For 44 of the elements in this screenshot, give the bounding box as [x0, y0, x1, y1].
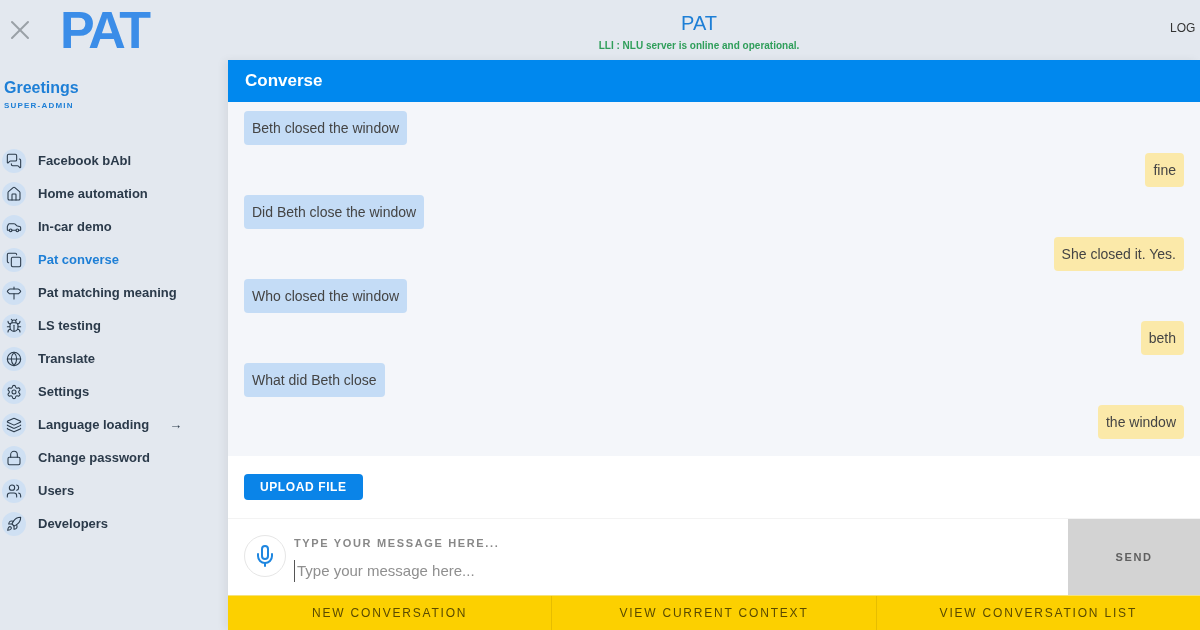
sidebar-item[interactable]: Users — [0, 478, 228, 504]
sidebar-item[interactable]: Developers — [0, 511, 228, 537]
rocket-icon — [2, 512, 26, 536]
car-icon — [2, 215, 26, 239]
bug-icon — [2, 314, 26, 338]
action-button[interactable]: VIEW CONVERSATION LIST — [875, 596, 1200, 630]
send-button[interactable]: SEND — [1068, 519, 1200, 595]
sidebar-item[interactable]: LS testing — [0, 313, 228, 339]
chat-bubble: beth — [1140, 321, 1184, 355]
logout-link[interactable]: LOG — [1170, 19, 1200, 37]
upload-file-button[interactable]: UPLOAD FILE — [244, 474, 363, 500]
chat-bubble: She closed it. Yes. — [1053, 237, 1184, 271]
sidebar-item[interactable]: Home automation — [0, 181, 228, 207]
chat-bubble: Who closed the window — [244, 279, 408, 313]
sidebar-item[interactable]: Change password — [0, 445, 228, 471]
chat-bubble: the window — [1097, 405, 1184, 439]
sidebar-item[interactable]: Translate — [0, 346, 228, 372]
sidebar-item[interactable]: Facebook bAbl — [0, 148, 228, 174]
sidebar-item[interactable]: Language loading → — [0, 412, 228, 438]
greeting: Greetings — [3, 78, 80, 98]
chat-bubble: Beth closed the window — [244, 111, 408, 145]
sidebar-item[interactable]: In-car demo — [0, 214, 228, 240]
home-icon — [2, 182, 26, 206]
users-icon — [2, 479, 26, 503]
action-button[interactable]: VIEW CURRENT CONTEXT — [551, 596, 876, 630]
layers-icon — [2, 413, 26, 437]
panel-title: Converse — [245, 70, 323, 93]
chat-bubbles-icon — [2, 149, 26, 173]
sidebar-item[interactable]: Pat matching meaning — [0, 280, 228, 306]
logo: PAT — [60, 4, 149, 56]
chat-bubble: fine — [1145, 153, 1184, 187]
chat-bubble: What did Beth close — [244, 363, 385, 397]
user-role: SUPER-ADMIN — [3, 100, 75, 112]
sidebar-item[interactable]: Settings — [0, 379, 228, 405]
app-title: PAT — [681, 10, 717, 36]
globe-icon — [2, 347, 26, 371]
settings-icon — [2, 380, 26, 404]
server-status: LLI : NLU server is online and operational. — [598, 38, 800, 53]
action-button[interactable]: NEW CONVERSATION — [228, 596, 552, 630]
lock-icon — [2, 446, 26, 470]
message-label: TYPE YOUR MESSAGE HERE... — [294, 536, 501, 551]
message-field[interactable]: Type your message here... — [294, 559, 694, 582]
signpost-icon — [2, 281, 26, 305]
chat-bubble: Did Beth close the window — [244, 195, 425, 229]
